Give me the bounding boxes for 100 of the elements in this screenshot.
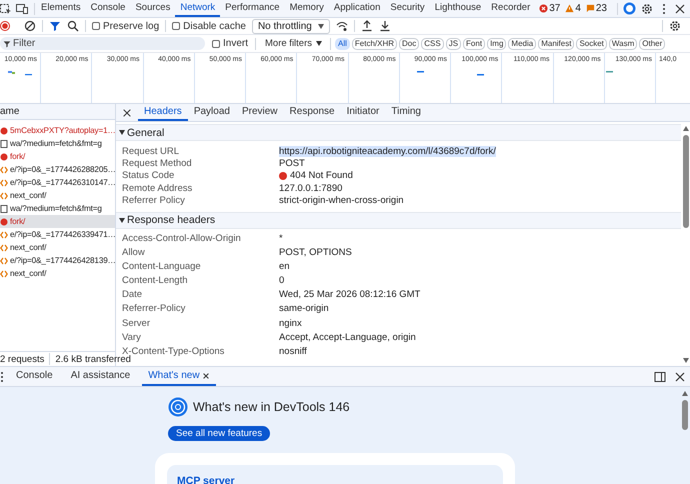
request-row[interactable]: next_conf/ — [0, 267, 115, 280]
request-row[interactable]: next_conf/ — [0, 241, 115, 254]
header-value: en — [279, 260, 291, 272]
type-filter-chip[interactable]: Img — [487, 38, 506, 50]
request-row[interactable]: wa/?medium=fetch&fmt=g — [0, 202, 115, 215]
header-value: Accept, Accept-Language, origin — [279, 332, 417, 343]
filter-field[interactable]: Filter — [0, 37, 205, 50]
error-icon[interactable] — [539, 4, 548, 13]
panel-tab[interactable]: Sources — [130, 0, 176, 17]
header-value: 127.0.0.1:7890 — [279, 182, 344, 194]
filter-icon[interactable] — [49, 20, 61, 32]
error-icon[interactable] — [0, 126, 8, 134]
request-row[interactable]: next_conf/ — [0, 189, 115, 202]
error-icon[interactable] — [0, 152, 8, 160]
checkbox[interactable] — [212, 40, 220, 48]
type-filter-chip[interactable]: Media — [508, 38, 536, 50]
panel-tab[interactable]: Lighthouse — [430, 0, 486, 17]
type-filter-chip[interactable]: Fetch/XHR — [352, 38, 398, 50]
type-filter-chip[interactable]: Wasm — [608, 38, 638, 50]
panel-tab[interactable]: Security — [385, 0, 430, 17]
type-filter-chip[interactable]: JS — [446, 38, 462, 50]
more-filters-dropdown[interactable]: More filters — [263, 38, 324, 50]
upload-icon[interactable] — [360, 20, 373, 32]
details-tab[interactable]: Preview — [236, 104, 284, 121]
device-icon[interactable] — [16, 2, 28, 14]
document-icon[interactable] — [0, 204, 8, 212]
header-name: Status Code — [122, 170, 176, 182]
fetch-icon[interactable] — [0, 178, 8, 186]
checkbox[interactable] — [172, 22, 180, 30]
drawer-tab[interactable]: AI assistance — [64, 367, 136, 386]
request-row[interactable]: 5mCebxxPXTY?autoplay=1… — [0, 124, 115, 137]
dock-side-icon[interactable] — [654, 370, 666, 382]
type-filter-chip[interactable]: All — [335, 38, 350, 50]
fetch-icon[interactable] — [0, 256, 8, 264]
panel-tab[interactable]: Application — [328, 0, 386, 17]
fetch-icon[interactable] — [0, 270, 8, 278]
download-icon[interactable] — [378, 20, 391, 32]
section-header[interactable]: General — [116, 124, 681, 141]
feature-link[interactable]: MCP server — [177, 475, 235, 484]
close-icon[interactable] — [674, 2, 686, 14]
header-name: Access-Control-Allow-Origin — [122, 232, 242, 244]
panel-tab[interactable]: Elements — [36, 0, 86, 17]
error-icon[interactable] — [0, 218, 8, 226]
panel-tab[interactable]: Network — [175, 0, 220, 17]
fetch-icon[interactable] — [0, 192, 8, 200]
request-row[interactable]: e/?ip=0&_=1774426339471… — [0, 228, 115, 241]
message-icon[interactable] — [586, 4, 595, 13]
request-row[interactable]: e/?ip=0&_=1774426428139… — [0, 254, 115, 267]
details-tab[interactable]: Timing — [385, 104, 427, 121]
column-header[interactable]: ame — [0, 106, 20, 117]
throttling-select[interactable]: No throttling — [252, 18, 330, 34]
see-features-button[interactable]: See all new features — [168, 426, 270, 441]
details-tab[interactable]: Payload — [188, 104, 236, 121]
request-row[interactable]: fork/ — [0, 215, 115, 228]
fetch-icon[interactable] — [0, 244, 8, 252]
header-value: * — [279, 232, 284, 244]
avatar-icon[interactable] — [623, 2, 636, 15]
record-icon[interactable] — [0, 20, 10, 32]
header-value: nginx — [279, 318, 303, 329]
drawer-tab[interactable]: Console — [10, 367, 59, 386]
inspect-icon[interactable] — [0, 2, 12, 14]
header-name: Content-Length — [122, 275, 188, 286]
settings-icon[interactable] — [669, 20, 681, 32]
panel-tab[interactable]: Recorder — [486, 0, 536, 17]
details-tab[interactable]: Response — [284, 104, 341, 121]
header-value: same-origin — [279, 303, 330, 314]
details-tab[interactable]: Initiator — [340, 104, 386, 121]
status-dot — [279, 172, 287, 180]
fetch-icon[interactable] — [0, 166, 8, 174]
close-icon[interactable] — [674, 370, 686, 382]
wifi-settings-icon[interactable] — [336, 20, 348, 32]
search-icon[interactable] — [67, 20, 79, 32]
type-filter-chip[interactable]: Font — [463, 38, 486, 50]
section-header[interactable]: Response headers — [116, 212, 681, 229]
details-tab[interactable]: Headers — [138, 104, 188, 121]
request-row[interactable]: fork/ — [0, 150, 115, 163]
panel-tab[interactable]: Memory — [284, 0, 329, 17]
settings-icon[interactable] — [641, 2, 653, 14]
panel-tab[interactable]: Console — [86, 0, 130, 17]
request-row[interactable]: e/?ip=0&_=1774426288205… — [0, 163, 115, 176]
request-row[interactable]: wa/?medium=fetch&fmt=g — [0, 137, 115, 150]
panel-tab[interactable]: Performance — [220, 0, 285, 17]
fetch-icon[interactable] — [0, 230, 8, 238]
type-filter-chip[interactable]: Manifest — [538, 38, 574, 50]
header-name: Request URL — [122, 146, 180, 157]
close-icon[interactable] — [122, 108, 132, 118]
type-filter-chip[interactable]: Doc — [399, 38, 420, 50]
header-value: POST — [279, 158, 306, 170]
clear-icon[interactable] — [24, 20, 36, 32]
type-filter-chip[interactable]: CSS — [421, 38, 444, 50]
header-value-link[interactable]: https://api.robotigniteacademy.com/l/43689c7d/fork/ — [279, 146, 496, 157]
request-row[interactable]: e/?ip=0&_=1774426310147… — [0, 176, 115, 189]
checkbox[interactable] — [92, 22, 100, 30]
menu-icon[interactable] — [0, 370, 4, 382]
header-value: POST, OPTIONS — [279, 246, 353, 258]
warning-icon[interactable] — [565, 4, 574, 13]
type-filter-chip[interactable]: Socket — [576, 38, 607, 50]
document-icon[interactable] — [0, 140, 8, 148]
type-filter-chip[interactable]: Other — [639, 38, 666, 50]
close-icon[interactable] — [202, 372, 210, 380]
